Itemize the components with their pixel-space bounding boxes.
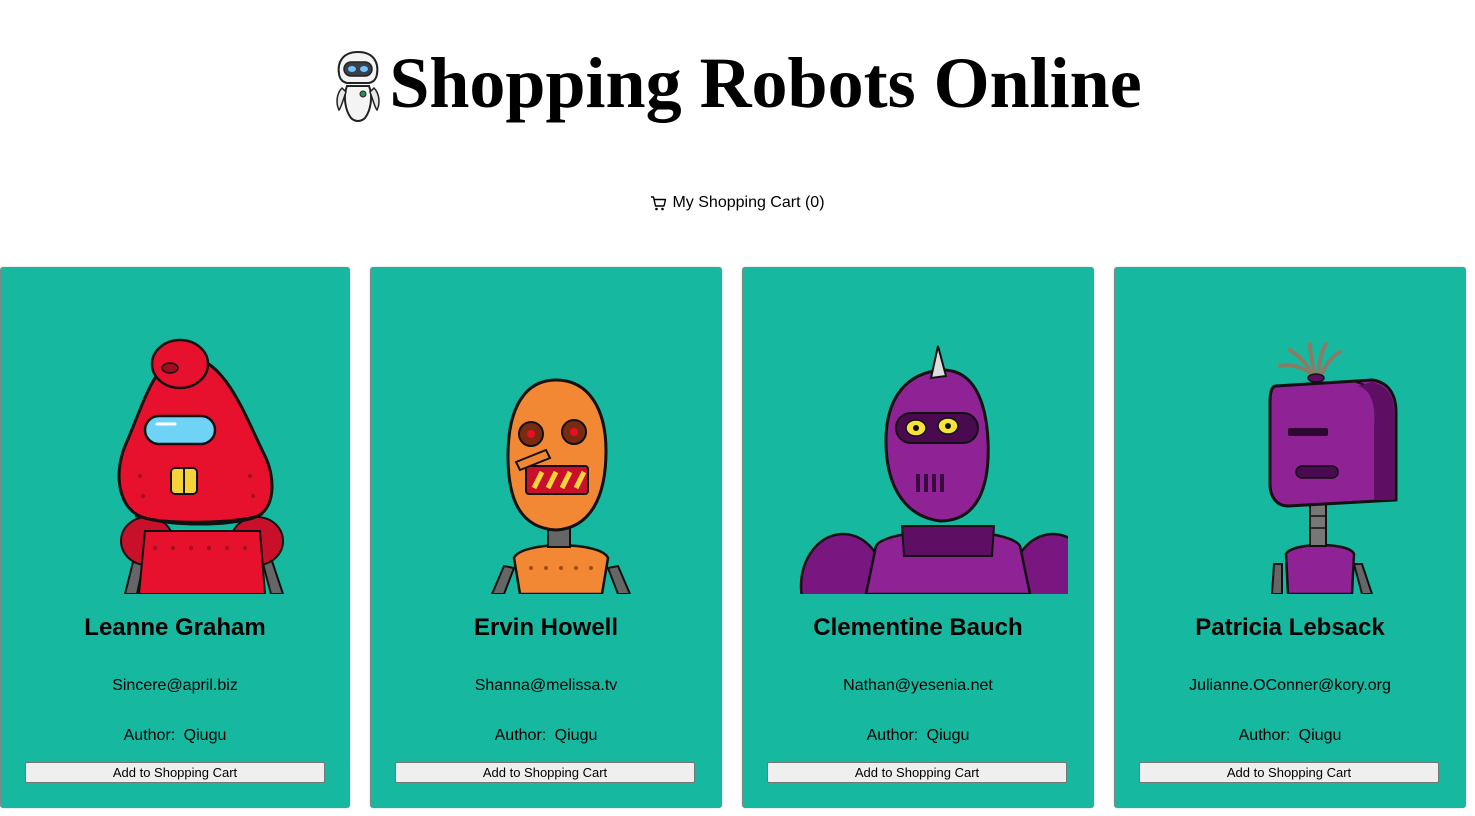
author-label: Author: bbox=[1238, 727, 1291, 744]
robot-author: Author: Qiugu bbox=[1115, 727, 1465, 745]
robot-email: Sincere@april.biz bbox=[112, 677, 238, 694]
robot-card: Ervin Howell Shanna@melissa.tv Author: Q… bbox=[370, 267, 722, 808]
author-label: Author: bbox=[866, 727, 919, 744]
robot-email: Julianne.OConner@kory.org bbox=[1189, 677, 1391, 694]
shopping-cart-button[interactable]: My Shopping Cart (0) bbox=[650, 194, 825, 212]
add-to-cart-button[interactable]: Add to Shopping Cart bbox=[395, 762, 695, 783]
page-header: Shopping Robots Online bbox=[0, 40, 1475, 126]
orange-robot-image bbox=[490, 378, 632, 594]
robot-card: Patricia Lebsack Julianne.OConner@kory.o… bbox=[1114, 267, 1466, 808]
author-value: Qiugu bbox=[926, 727, 970, 744]
shopping-cart-icon bbox=[651, 195, 667, 210]
robot-card: Leanne Graham Sincere@april.biz Author: … bbox=[0, 267, 350, 808]
author-label: Author: bbox=[123, 727, 176, 744]
robot-logo-icon bbox=[336, 50, 381, 122]
robot-name: Patricia Lebsack bbox=[1195, 614, 1385, 641]
author-value: Qiugu bbox=[183, 727, 227, 744]
robot-author: Author: Qiugu bbox=[743, 727, 1093, 745]
author-value: Qiugu bbox=[1298, 727, 1342, 744]
red-robot-image bbox=[117, 338, 285, 594]
robot-email: Nathan@yesenia.net bbox=[843, 677, 993, 694]
robot-email: Shanna@melissa.tv bbox=[474, 677, 618, 694]
robot-author: Author: Qiugu bbox=[371, 727, 721, 745]
robot-name: Leanne Graham bbox=[84, 614, 266, 641]
robot-author: Author: Qiugu bbox=[1, 727, 349, 745]
robot-name: Clementine Bauch bbox=[813, 614, 1023, 641]
purple-bucket-robot-image bbox=[1268, 342, 1398, 594]
shopping-cart-label: My Shopping Cart (0) bbox=[672, 194, 825, 211]
page-title: Shopping Robots Online bbox=[389, 43, 1142, 123]
add-to-cart-button[interactable]: Add to Shopping Cart bbox=[767, 762, 1067, 783]
robot-card-list: Leanne Graham Sincere@april.biz Author: … bbox=[0, 267, 1475, 809]
cart-bar: My Shopping Cart (0) bbox=[0, 194, 1475, 212]
purple-spike-robot-image bbox=[799, 345, 1068, 594]
robot-name: Ervin Howell bbox=[473, 614, 619, 641]
add-to-cart-button[interactable]: Add to Shopping Cart bbox=[25, 762, 325, 783]
author-label: Author: bbox=[494, 727, 547, 744]
author-value: Qiugu bbox=[554, 727, 598, 744]
add-to-cart-button[interactable]: Add to Shopping Cart bbox=[1139, 762, 1439, 783]
robot-card: Clementine Bauch Nathan@yesenia.net Auth… bbox=[742, 267, 1094, 808]
